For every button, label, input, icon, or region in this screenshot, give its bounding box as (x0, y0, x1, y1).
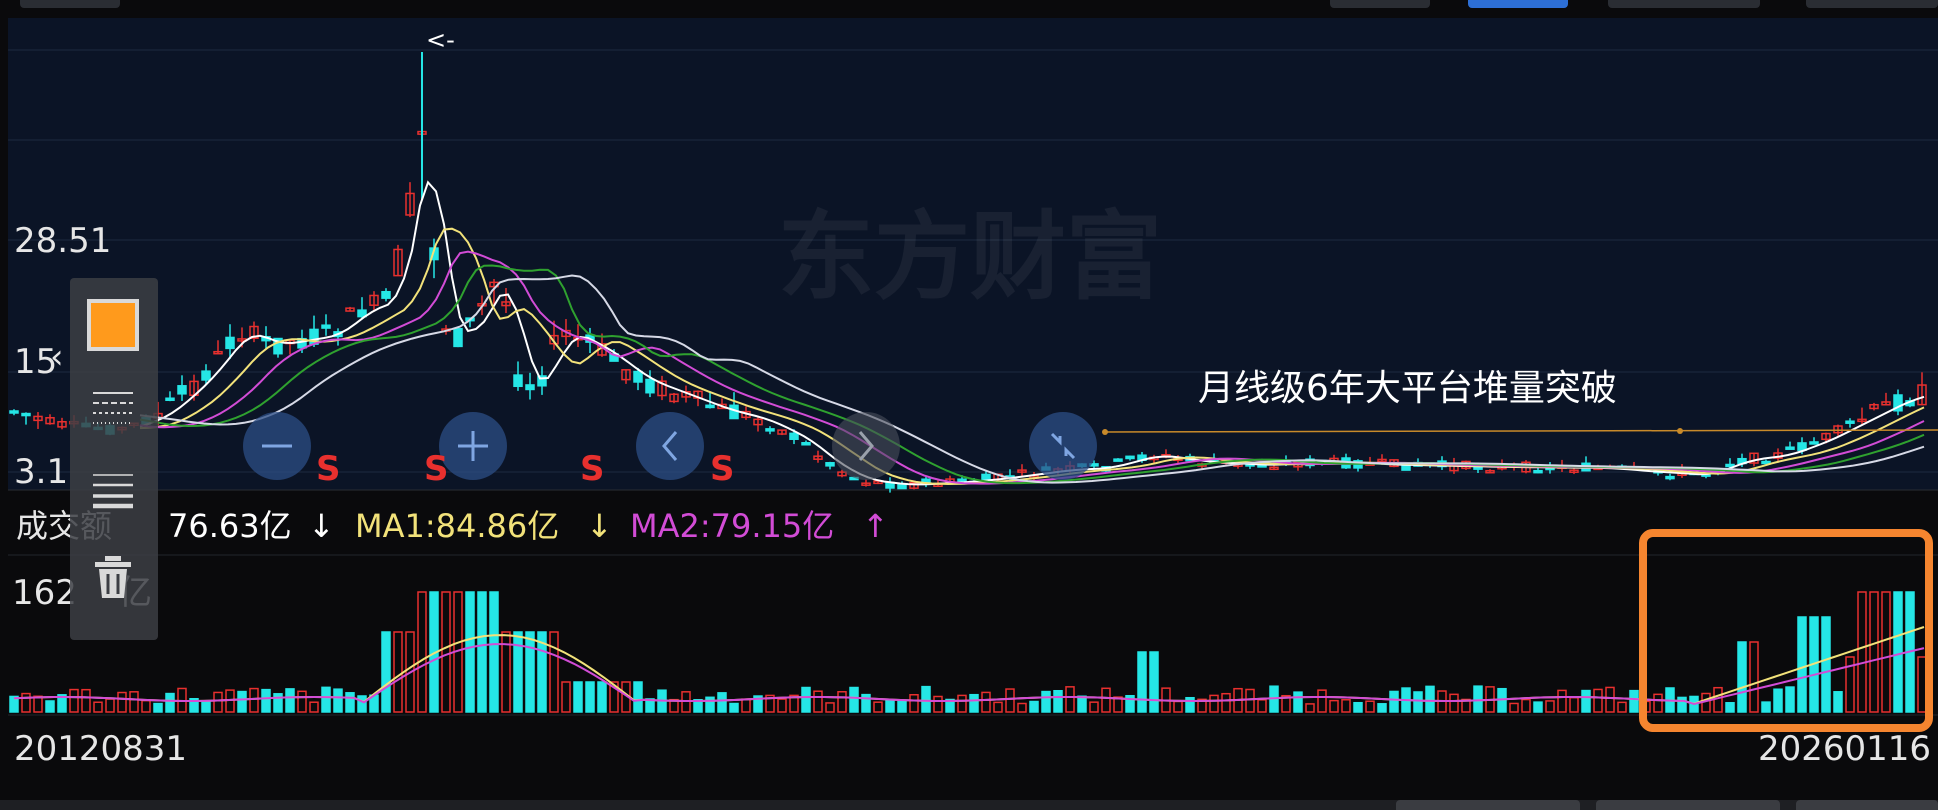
ma1-label: MA1:84.86亿 (355, 507, 559, 545)
volume-bar (969, 693, 979, 713)
volume-bar (1725, 702, 1735, 713)
volume-bar (1293, 691, 1303, 713)
volume-bar (897, 699, 907, 713)
plateau-annotation: 月线级6年大平台堆量突破 (1198, 368, 1617, 409)
watermark: 东方财富 (778, 201, 1162, 313)
line-weight-icon[interactable] (84, 460, 142, 518)
volume-bar (357, 695, 367, 713)
drawing-toolbar (70, 278, 158, 640)
volume-bar (165, 692, 175, 713)
candle (1113, 458, 1123, 462)
pan-right-icon[interactable] (832, 412, 900, 480)
ma1-arrow: ↓ (586, 507, 613, 545)
volume-bar (1413, 691, 1423, 713)
pan-left-icon[interactable] (636, 412, 704, 480)
y-tick-label: 28.51 (14, 221, 111, 261)
volume-bar (1041, 690, 1051, 713)
collapse-arrow-icon[interactable]: ‹ (50, 340, 64, 374)
bottom-tab-1[interactable] (1396, 800, 1580, 810)
trash-icon[interactable] (84, 548, 142, 606)
volume-bar (1797, 616, 1807, 713)
volume-bar (1425, 685, 1435, 713)
volume-bar (921, 685, 931, 713)
volume-bar (1029, 700, 1039, 713)
volume-bar (801, 686, 811, 713)
volume-bar (717, 692, 727, 713)
volume-bar (1533, 701, 1543, 713)
volume-bar (1833, 691, 1843, 713)
fit-icon[interactable] (1029, 412, 1097, 480)
orange-square-icon[interactable] (84, 296, 142, 354)
x-end-label: 20260116 (1758, 729, 1931, 769)
volume-bar (1353, 701, 1363, 713)
volume-bar (345, 692, 355, 713)
volume-bar (1077, 695, 1087, 713)
volume-bar (333, 688, 343, 713)
volume-bar (525, 631, 535, 713)
volume-bar (1149, 651, 1159, 713)
volume-bar (1773, 688, 1783, 713)
volume-bar (885, 699, 895, 713)
volume-bar (1473, 685, 1483, 713)
volume-bar (489, 591, 499, 713)
volume-y-top-label: 162 (12, 573, 77, 613)
volume-bar (1581, 689, 1591, 713)
volume-bar (849, 686, 859, 713)
sell-signal-mark: S (710, 449, 735, 489)
volume-bar (1785, 686, 1795, 713)
ma2-label: MA2:79.15亿 (630, 507, 834, 545)
volume-bar (1677, 696, 1687, 713)
volume-bar (45, 700, 55, 713)
plateau-anchor-left[interactable] (1102, 429, 1108, 435)
volume-bar (153, 702, 163, 713)
x-start-label: 20120831 (14, 729, 187, 769)
volume-bar (705, 696, 715, 713)
sell-signal-mark: S (316, 449, 341, 489)
volume-bar (1821, 616, 1831, 713)
volume-bar (1761, 701, 1771, 713)
volume-bar (465, 591, 475, 713)
sell-signal-mark: S (424, 449, 449, 489)
stock-chart[interactable]: 东方财富 28.51 15 3.1 <- 月线级6年大平台堆量突破 S S S … (0, 0, 1938, 810)
volume-bar (285, 688, 295, 713)
line-style-icon[interactable] (84, 378, 142, 436)
peak-marker: <- (426, 26, 455, 54)
volume-bar (261, 688, 271, 713)
volume-bar (381, 631, 391, 713)
volume-value: 76.63亿 (168, 507, 292, 545)
volume-bar (321, 686, 331, 713)
volume-bar (1893, 591, 1903, 713)
volume-bar (1377, 703, 1387, 713)
bottom-tab-3[interactable] (1796, 800, 1938, 810)
volume-bar (729, 702, 739, 713)
volume-bar (1137, 651, 1147, 713)
volume-bar (1053, 689, 1063, 713)
zoom-in-icon[interactable] (439, 412, 507, 480)
volume-bar (597, 681, 607, 713)
volume-bar (237, 690, 247, 713)
volume-bar (273, 693, 283, 713)
y-tick-label: 3.1 (14, 452, 68, 492)
volume-bar (201, 700, 211, 713)
volume-bar (585, 681, 595, 713)
volume-bar (1185, 696, 1195, 713)
bottom-tab-2[interactable] (1596, 800, 1780, 810)
volume-bar (1737, 641, 1747, 713)
candle (453, 327, 463, 348)
ma2-arrow: ↑ (862, 507, 889, 545)
plateau-anchor-mid[interactable] (1677, 428, 1683, 434)
volume-bar (573, 681, 583, 713)
volume-value-arrow: ↓ (308, 507, 335, 545)
volume-bar (1629, 689, 1639, 713)
volume-bar (1389, 690, 1399, 713)
volume-bar (477, 591, 487, 713)
volume-bar (633, 681, 643, 713)
sell-signal-mark: S (580, 449, 605, 489)
zoom-out-icon[interactable] (243, 412, 311, 480)
